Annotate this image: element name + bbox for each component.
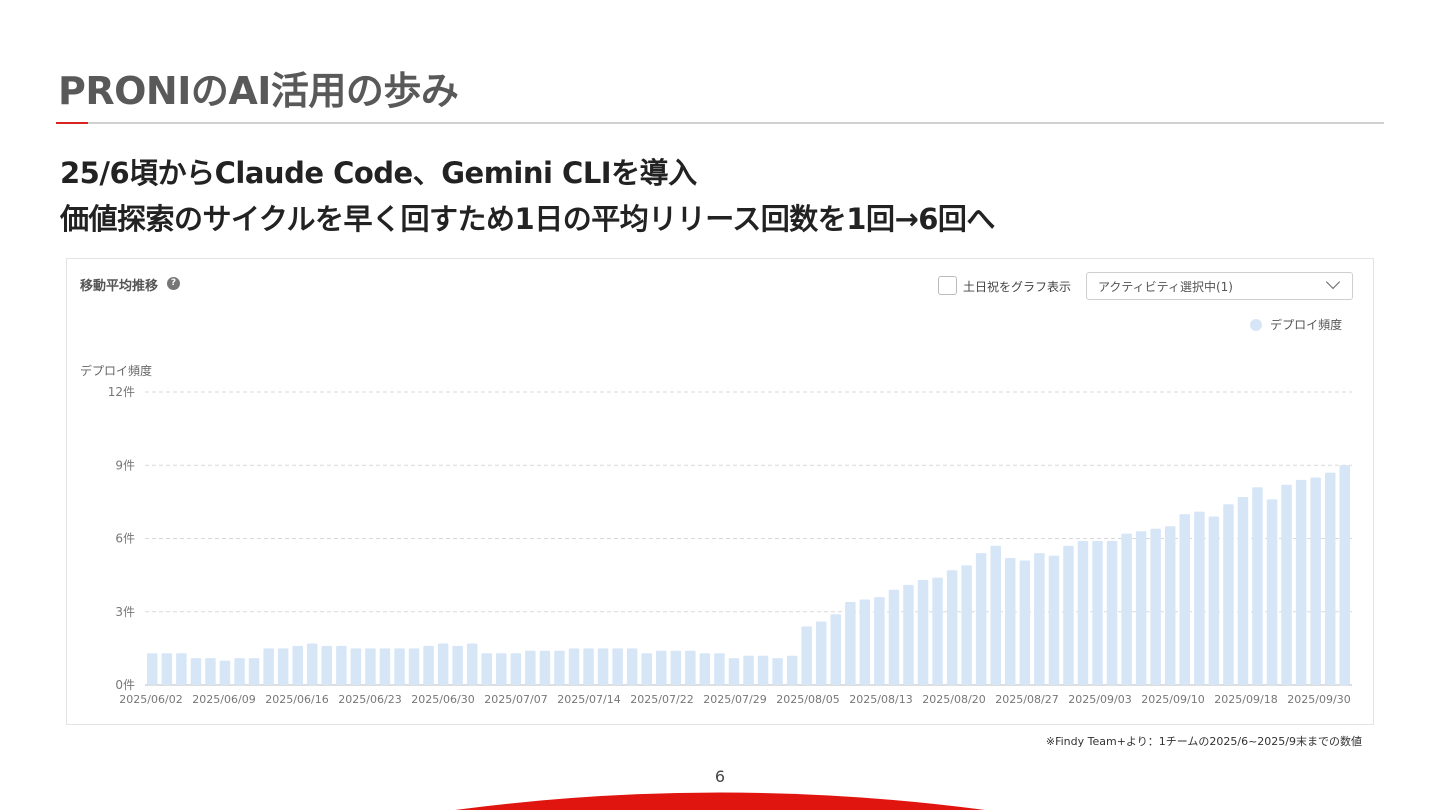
footer-decoration	[455, 792, 985, 810]
footer-arc-shape	[455, 792, 985, 810]
